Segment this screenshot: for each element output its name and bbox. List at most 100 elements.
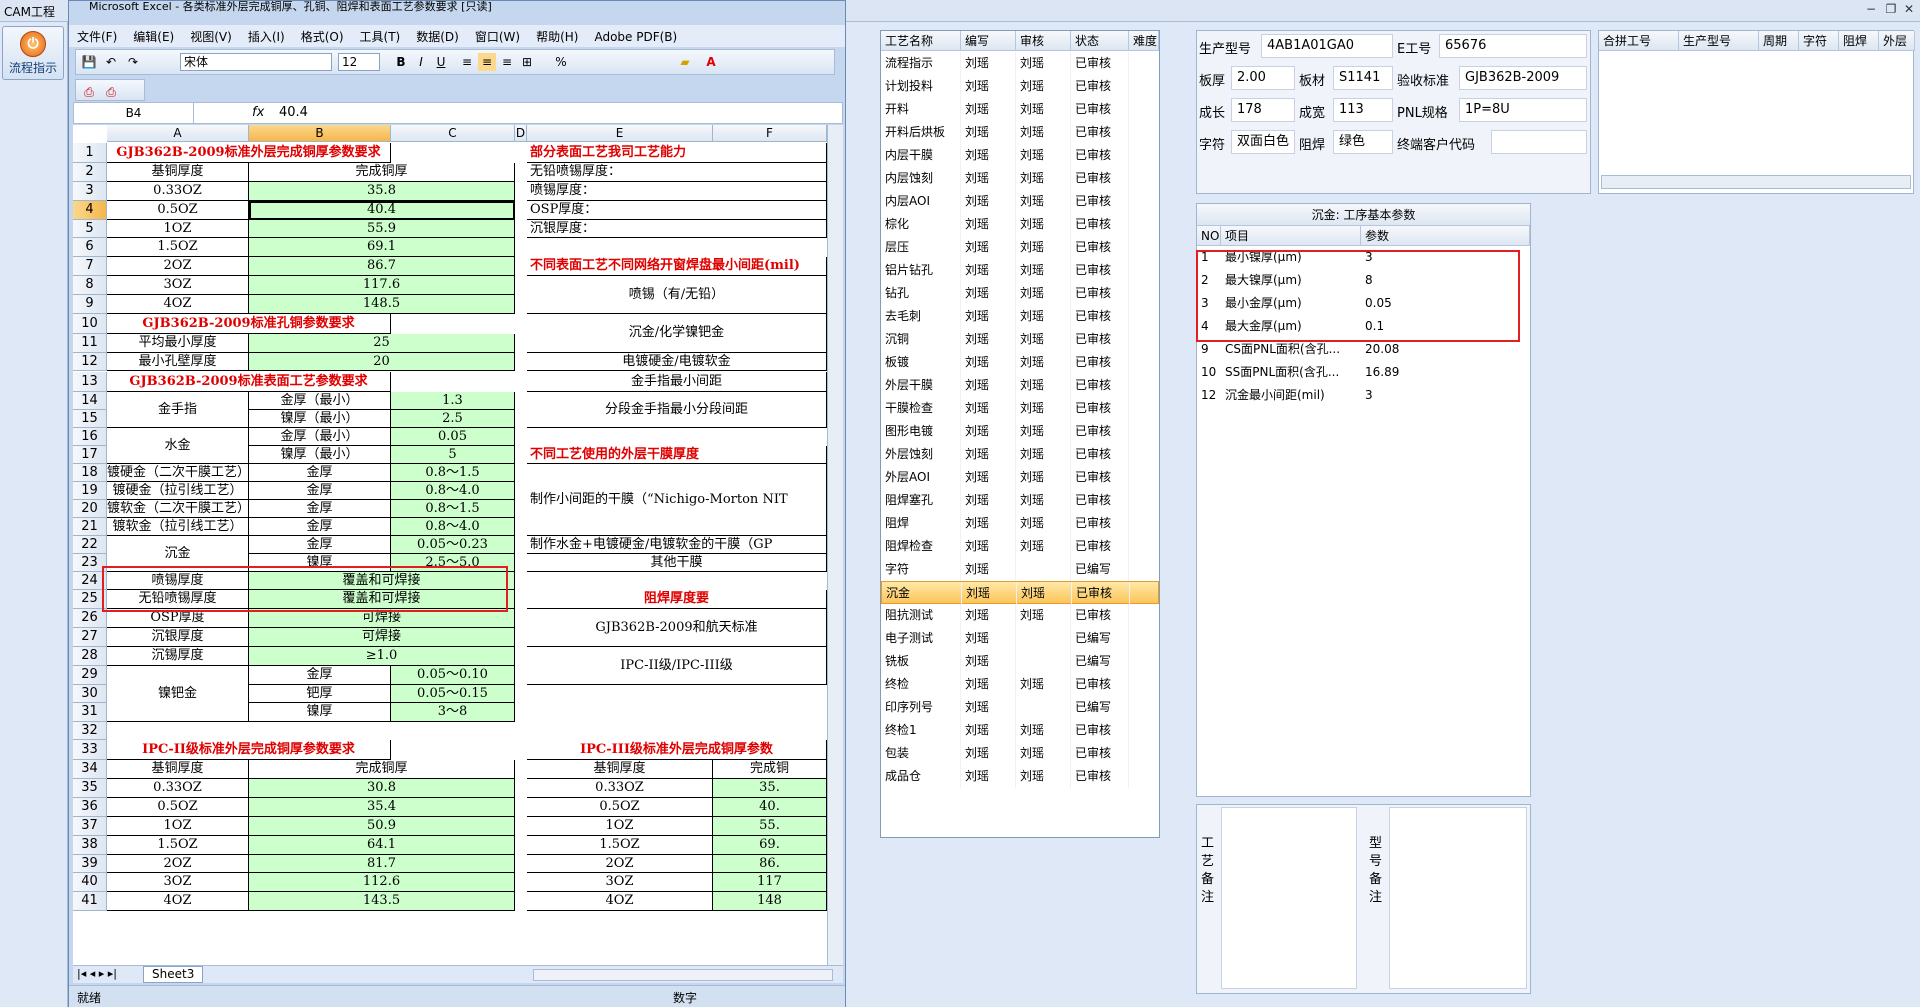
grid-cell[interactable]: 0.5OZ xyxy=(527,798,713,817)
grid-cell[interactable]: 143.5 xyxy=(249,892,515,912)
process-row[interactable]: 图形电镀 刘瑶 刘瑶 已审核 xyxy=(881,420,1159,443)
row-header[interactable]: 3 xyxy=(73,181,107,201)
grid-cell[interactable]: 金厚（最小） xyxy=(249,427,391,446)
grid-cell[interactable]: 可焊接 xyxy=(249,609,515,629)
grid-cell[interactable]: 可焊接 xyxy=(249,628,515,647)
process-row[interactable]: 印序列号 刘瑶 已编写 xyxy=(881,696,1159,719)
grid-cell[interactable]: 0.05 xyxy=(391,427,515,446)
row-header[interactable]: 19 xyxy=(73,481,107,500)
row-header[interactable]: 32 xyxy=(73,722,107,741)
process-row[interactable]: 包装 刘瑶 刘瑶 已审核 xyxy=(881,742,1159,765)
grid-cell[interactable]: 电镀硬金/电镀软金 xyxy=(527,352,827,372)
grid-cell[interactable]: 148 xyxy=(713,892,827,912)
grid-cell[interactable]: 完成铜厚 xyxy=(249,760,515,780)
row-header[interactable]: 5 xyxy=(73,219,107,239)
grid-cell[interactable]: 阻焊厚度要 xyxy=(527,590,827,610)
cust-field[interactable] xyxy=(1491,130,1587,154)
menu-item[interactable]: 格式(O) xyxy=(293,25,352,48)
grid-cell[interactable]: 金手指 xyxy=(107,391,249,428)
process-row[interactable]: 沉金 刘瑶 刘瑶 已审核 xyxy=(881,581,1159,605)
grid-cell[interactable]: 制作水金+电镀硬金/电镀软金的干膜（GP xyxy=(527,535,827,554)
menu-item[interactable]: Adobe PDF(B) xyxy=(586,27,685,47)
grid-cell[interactable]: 分段金手指最小分段间距 xyxy=(527,391,827,428)
process-row[interactable]: 阻抗测试 刘瑶 刘瑶 已审核 xyxy=(881,604,1159,627)
process-row[interactable]: 内层AOI 刘瑶 刘瑶 已审核 xyxy=(881,190,1159,213)
param-row[interactable]: 12 沉金最小间距(mil) 3 xyxy=(1197,384,1530,407)
grid-cell[interactable]: OSP厚度： xyxy=(527,200,827,220)
row-header[interactable]: 20 xyxy=(73,499,107,518)
process-row[interactable]: 阻焊塞孔 刘瑶 刘瑶 已审核 xyxy=(881,489,1159,512)
grid-cell[interactable]: 20 xyxy=(249,352,515,372)
grid-cell[interactable]: 148.5 xyxy=(249,294,515,314)
column-header[interactable]: F xyxy=(713,125,827,142)
process-header[interactable]: 状态 xyxy=(1071,31,1129,51)
process-row[interactable]: 字符 刘瑶 已编写 xyxy=(881,558,1159,581)
row-header[interactable]: 41 xyxy=(73,892,107,912)
grid-cell[interactable]: 4OZ xyxy=(527,892,713,912)
worksheet-grid[interactable]: A B C D E F 1 2 3 4 5 6 7 8 9 10 11 12 13 14 15 16 17 18 19 20 21 2… xyxy=(73,125,827,965)
grid-cell[interactable]: 0.8～1.5 xyxy=(391,499,515,518)
grid-cell[interactable]: IPC-II级/IPC-III级 xyxy=(527,646,827,685)
e-no-field[interactable]: 65676 xyxy=(1439,34,1587,58)
grid-cell[interactable]: 55.9 xyxy=(249,219,515,239)
process-row[interactable]: 计划投料 刘瑶 刘瑶 已审核 xyxy=(881,75,1159,98)
font-color-icon[interactable]: A xyxy=(702,53,720,71)
grid-cell[interactable]: 55. xyxy=(713,816,827,836)
grid-cell[interactable]: 35.4 xyxy=(249,798,515,817)
process-row[interactable]: 终检1 刘瑶 刘瑶 已审核 xyxy=(881,719,1159,742)
grid-cell[interactable]: 金厚 xyxy=(249,499,391,518)
bold-button[interactable]: B xyxy=(392,53,410,71)
grid-cell[interactable]: 其他干膜 xyxy=(527,553,827,572)
grid-cell[interactable]: 1.5OZ xyxy=(527,835,713,855)
grid-cell[interactable] xyxy=(527,685,827,741)
grid-cell[interactable]: GJB362B-2009标准表面工艺参数要求 xyxy=(107,371,391,392)
mask-field[interactable]: 绿色 xyxy=(1333,130,1393,154)
grid-cell[interactable]: 金厚 xyxy=(249,665,391,685)
row-header[interactable]: 40 xyxy=(73,873,107,893)
sheet-nav-icon[interactable]: |◂ ◂ ▸ ▸| xyxy=(77,967,117,980)
row-header[interactable]: 14 xyxy=(73,391,107,410)
grid-cell[interactable]: 0.8～1.5 xyxy=(391,463,515,482)
grid-cell[interactable]: 0.5OZ xyxy=(107,798,249,817)
process-row[interactable]: 铣板 刘瑶 已编写 xyxy=(881,650,1159,673)
grid-cell[interactable]: 3～8 xyxy=(391,703,515,723)
grid-cell[interactable]: 0.05～0.15 xyxy=(391,684,515,704)
grid-cell[interactable]: 86. xyxy=(713,854,827,874)
grid-cell[interactable]: 3OZ xyxy=(107,873,249,893)
flow-button[interactable]: ⏻ 流程指示 xyxy=(2,26,64,80)
row-header[interactable]: 37 xyxy=(73,816,107,836)
process-row[interactable]: 干膜检查 刘瑶 刘瑶 已审核 xyxy=(881,397,1159,420)
grid-cell[interactable]: 钯厚 xyxy=(249,684,391,704)
row-header[interactable]: 28 xyxy=(73,646,107,666)
save-icon[interactable]: 💾 xyxy=(80,53,98,71)
fx-icon[interactable]: fx xyxy=(252,103,272,123)
row-header[interactable]: 13 xyxy=(73,371,107,392)
sheet-tab[interactable]: Sheet3 xyxy=(143,966,204,983)
process-row[interactable]: 外层蚀刻 刘瑶 刘瑶 已审核 xyxy=(881,443,1159,466)
grid-cell[interactable]: 0.33OZ xyxy=(107,181,249,201)
model-note-field[interactable] xyxy=(1389,807,1527,989)
grid-cell[interactable]: 金厚 xyxy=(249,517,391,536)
row-header[interactable]: 12 xyxy=(73,352,107,372)
process-note-field[interactable] xyxy=(1221,807,1357,989)
undo-icon[interactable]: ↶ xyxy=(102,53,120,71)
redo-icon[interactable]: ↷ xyxy=(124,53,142,71)
align-left-icon[interactable]: ≡ xyxy=(458,53,476,71)
menu-item[interactable]: 帮助(H) xyxy=(528,25,586,48)
name-box[interactable]: B4 xyxy=(74,103,194,123)
row-header[interactable]: 36 xyxy=(73,798,107,817)
grid-cell[interactable]: 喷锡（有/无铅） xyxy=(527,276,827,314)
grid-cell[interactable]: 沉银厚度 xyxy=(107,628,249,647)
grid-cell[interactable]: 40. xyxy=(713,798,827,817)
grid-cell[interactable]: 35.8 xyxy=(249,181,515,201)
column-header[interactable]: D xyxy=(515,125,527,142)
pdf-mail-icon[interactable]: ⎙ xyxy=(102,83,120,101)
row-header[interactable]: 38 xyxy=(73,835,107,855)
process-header[interactable]: 审核 xyxy=(1016,31,1071,51)
row-header[interactable]: 7 xyxy=(73,257,107,277)
grid-cell[interactable]: 最小孔壁厚度 xyxy=(107,352,249,372)
grid-cell[interactable]: 镍厚（最小） xyxy=(249,445,391,464)
row-header[interactable]: 27 xyxy=(73,628,107,647)
grid-cell[interactable]: 不同工艺使用的外层干膜厚度 xyxy=(527,445,827,464)
grid-cell[interactable]: 1OZ xyxy=(107,816,249,836)
